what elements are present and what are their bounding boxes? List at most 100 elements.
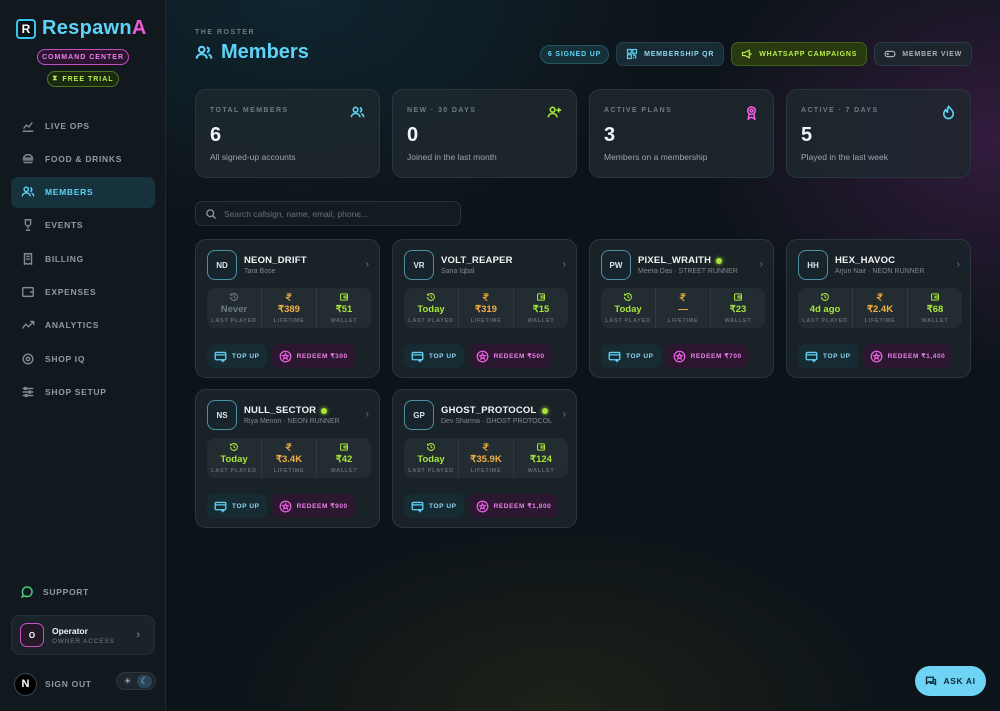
- hourglass-icon: ⧗: [52, 75, 59, 82]
- top-up-button[interactable]: TOP UP: [207, 344, 267, 368]
- redeem-label: REDEEM ₹500: [493, 353, 545, 360]
- search-input[interactable]: [224, 208, 444, 219]
- wallet-value: ₹124: [530, 454, 552, 465]
- operator-info: Operator OWNER ACCESS: [52, 626, 115, 645]
- sidebar-item-food-drinks[interactable]: FOOD & DRINKS: [11, 143, 155, 174]
- sidebar-item-analytics[interactable]: ANALYTICS: [11, 310, 155, 341]
- free-trial-badge[interactable]: ⧗ FREE TRIAL: [47, 71, 119, 87]
- redeem-button[interactable]: REDEEM ₹900: [271, 494, 355, 518]
- chevron-right-icon[interactable]: ›: [760, 259, 763, 270]
- member-card[interactable]: NS NULL_SECTOR Riya Menon · NEON RUNNER …: [195, 389, 380, 528]
- sidebar-item-label: SHOP SETUP: [45, 386, 107, 397]
- last-played-label: LAST PLAYED: [408, 468, 454, 474]
- page-title: Members: [195, 41, 309, 64]
- qr-icon: [626, 48, 638, 60]
- logo[interactable]: R RespawnA: [16, 17, 147, 40]
- stat-label: ACTIVE PLANS: [604, 107, 673, 114]
- last-played-value: 4d ago: [809, 304, 841, 315]
- last-played-value: Today: [220, 454, 248, 465]
- redeem-button[interactable]: REDEEM ₹1,400: [862, 344, 953, 368]
- top-up-button[interactable]: TOP UP: [404, 494, 464, 518]
- stat-sub: Joined in the last month: [407, 152, 497, 162]
- wallet-label: WALLET: [330, 318, 358, 324]
- support-link[interactable]: SUPPORT: [20, 585, 89, 599]
- member-card[interactable]: VR VOLT_REAPER Sana Iqbal › Today LAST P…: [392, 239, 577, 378]
- history-icon: [821, 293, 829, 301]
- member-card[interactable]: HH HEX_HAVOC Arjun Nair · NEON RUNNER › …: [786, 239, 971, 378]
- wallet-label: WALLET: [724, 318, 752, 324]
- last-played-value: Today: [417, 304, 445, 315]
- star-icon: [870, 350, 882, 362]
- chevron-right-icon[interactable]: ›: [366, 259, 369, 270]
- header-actions: 6 SIGNED UP MEMBERSHIP QR WHATSAPP CAMPA…: [539, 42, 972, 66]
- stat-sub: Played in the last week: [801, 152, 888, 162]
- redeem-button[interactable]: REDEEM ₹1,800: [468, 494, 559, 518]
- operator-card[interactable]: O Operator OWNER ACCESS ›: [11, 615, 155, 655]
- lifetime-label: LIFETIME: [273, 468, 305, 474]
- member-card[interactable]: GP GHOST_PROTOCOL Dev Sharma · GHOST PRO…: [392, 389, 577, 528]
- top-up-button[interactable]: TOP UP: [404, 344, 464, 368]
- theme-toggle[interactable]: ☀ ☾: [116, 672, 156, 690]
- online-status-dot: [321, 407, 328, 414]
- history-icon: [427, 443, 435, 451]
- sidebar-item-billing[interactable]: BILLING: [11, 243, 155, 274]
- logo-mark-icon: R: [16, 18, 36, 39]
- sidebar-item-events[interactable]: EVENTS: [11, 210, 155, 241]
- stat-card-new-30-days: NEW · 30 DAYS 0 Joined in the last month: [392, 89, 577, 178]
- chevron-right-icon[interactable]: ›: [563, 409, 566, 420]
- sidebar-item-shop-iq[interactable]: SHOP IQ: [11, 343, 155, 374]
- card-plus-icon: [411, 501, 424, 512]
- last-played-stat: Never LAST PLAYED: [207, 288, 261, 328]
- redeem-label: REDEEM ₹700: [690, 353, 742, 360]
- ask-ai-button[interactable]: ASK AI: [915, 666, 986, 696]
- chevron-right-icon[interactable]: ›: [957, 259, 960, 270]
- sidebar-item-expenses[interactable]: EXPENSES: [11, 276, 155, 307]
- redeem-button[interactable]: REDEEM ₹500: [468, 344, 552, 368]
- stat-card-total-members: TOTAL MEMBERS 6 All signed-up accounts: [195, 89, 380, 178]
- member-view-button[interactable]: MEMBER VIEW: [874, 42, 972, 66]
- last-played-value: Today: [417, 454, 445, 465]
- moon-icon[interactable]: ☾: [137, 674, 152, 688]
- top-up-button[interactable]: TOP UP: [207, 494, 267, 518]
- star-icon: [673, 350, 685, 362]
- redeem-button[interactable]: REDEEM ₹700: [665, 344, 749, 368]
- wallet-label: WALLET: [921, 318, 949, 324]
- member-card[interactable]: ND NEON_DRIFT Tara Bose › Never LAST PLA…: [195, 239, 380, 378]
- last-played-label: LAST PLAYED: [605, 318, 651, 324]
- wallet-icon: [340, 443, 348, 451]
- sidebar-nav: LIVE OPS FOOD & DRINKS MEMBERS EVENTS BI…: [11, 110, 155, 410]
- member-name: NULL_SECTOR: [244, 405, 328, 416]
- chevron-right-icon[interactable]: ›: [563, 259, 566, 270]
- chevron-right-icon[interactable]: ›: [366, 409, 369, 420]
- sun-icon[interactable]: ☀: [120, 675, 135, 688]
- wallet-value: ₹15: [532, 304, 550, 315]
- wallet-label: WALLET: [527, 468, 555, 474]
- sidebar-item-shop-setup[interactable]: SHOP SETUP: [11, 376, 155, 407]
- lifetime-stat: ₹389 LIFETIME: [261, 288, 316, 328]
- sidebar-item-members[interactable]: MEMBERS: [11, 176, 155, 208]
- redeem-label: REDEEM ₹900: [296, 503, 348, 510]
- sign-out-button[interactable]: SIGN OUT: [45, 679, 92, 689]
- top-up-button[interactable]: TOP UP: [601, 344, 661, 368]
- top-up-button[interactable]: TOP UP: [798, 344, 858, 368]
- lifetime-stat: ₹35.9K LIFETIME: [458, 438, 513, 478]
- sidebar-item-live-ops[interactable]: LIVE OPS: [11, 110, 155, 141]
- redeem-button[interactable]: REDEEM ₹300: [271, 344, 355, 368]
- member-grid: ND NEON_DRIFT Tara Bose › Never LAST PLA…: [195, 239, 972, 528]
- wallet-value: ₹23: [729, 304, 747, 315]
- sidebar: R RespawnA COMMAND CENTER ⧗ FREE TRIAL L…: [0, 0, 166, 711]
- member-view-label: MEMBER VIEW: [902, 50, 962, 58]
- stat-label: ACTIVE · 7 DAYS: [801, 107, 879, 114]
- whatsapp-campaigns-button[interactable]: WHATSAPP CAMPAIGNS: [731, 42, 868, 66]
- app: R RespawnA COMMAND CENTER ⧗ FREE TRIAL L…: [0, 0, 1000, 711]
- member-card[interactable]: PW PIXEL_WRAITH Meera Das · STREET RUNNE…: [589, 239, 774, 378]
- chat-icon: [926, 676, 937, 686]
- membership-qr-button[interactable]: MEMBERSHIP QR: [616, 42, 725, 66]
- top-up-label: TOP UP: [232, 502, 260, 510]
- sidebar-item-label: MEMBERS: [45, 187, 94, 198]
- lifetime-value: ₹2.4K: [866, 304, 894, 315]
- lifetime-stat: — LIFETIME: [655, 288, 710, 328]
- rupee-icon: [482, 293, 489, 302]
- support-label: SUPPORT: [43, 587, 89, 597]
- wallet-icon: [537, 443, 545, 451]
